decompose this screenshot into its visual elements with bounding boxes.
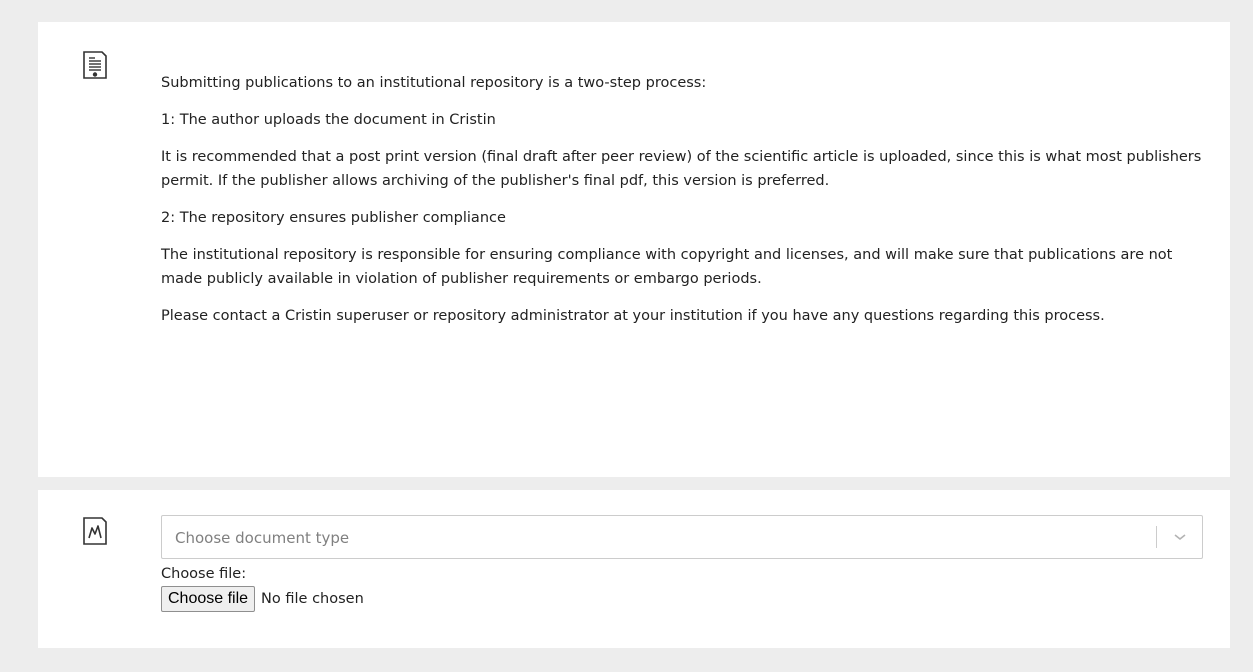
document-type-placeholder: Choose document type (175, 529, 350, 547)
intro-paragraph: Submitting publications to an institutio… (161, 75, 707, 91)
file-label: Choose file: (161, 566, 247, 582)
select-separator (1156, 526, 1157, 548)
upload-panel: Choose document type Choose file: Choose… (38, 490, 1230, 648)
step-one-heading: 1: The author uploads the document in Cr… (161, 112, 496, 128)
document-type-select[interactable]: Choose document type (161, 515, 1203, 559)
step-two-heading: 2: The repository ensures publisher comp… (161, 210, 506, 226)
document-icon (83, 51, 107, 79)
choose-file-button[interactable]: Choose file (161, 586, 256, 612)
file-status: No file chosen (261, 591, 364, 607)
chevron-down-icon[interactable] (1170, 530, 1190, 544)
upload-form: Choose document type Choose file: Choose… (161, 515, 1207, 612)
file-input[interactable]: Choose file No file chosen (161, 586, 1207, 612)
info-text: Submitting publications to an institutio… (161, 71, 1207, 341)
step-one-description: It is recommended that a post print vers… (161, 149, 1202, 189)
contact-paragraph: Please contact a Cristin superuser or re… (161, 308, 1105, 324)
info-panel: Submitting publications to an institutio… (38, 22, 1230, 477)
step-two-description: The institutional repository is responsi… (161, 247, 1173, 287)
pdf-file-icon (83, 517, 107, 545)
